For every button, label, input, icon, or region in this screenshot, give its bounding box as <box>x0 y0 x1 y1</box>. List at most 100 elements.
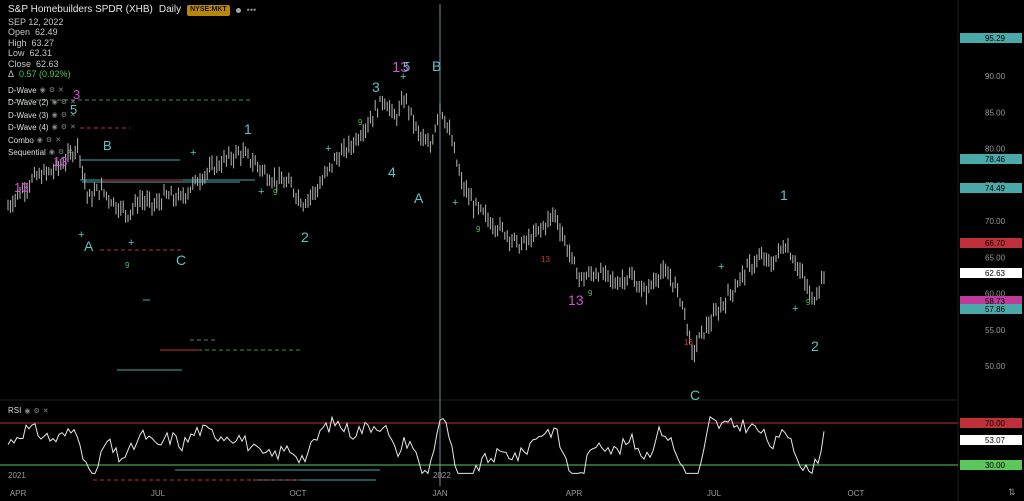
price-tag: 95.29 <box>985 34 1006 43</box>
symbol-title[interactable]: S&P Homebuilders SPDR (XHB) <box>8 4 153 16</box>
ohlc-low-label: Low <box>8 48 25 58</box>
wave-label: A <box>84 238 94 254</box>
plus-marker: + <box>325 143 331 155</box>
settings-icon[interactable]: ⚙ <box>61 111 67 122</box>
plus-marker: + <box>400 71 406 83</box>
ohlc-high-label: High <box>8 37 27 48</box>
wave-label: 2 <box>301 229 309 245</box>
change-row: Δ 0.57 (0.92%) <box>8 69 256 80</box>
price-axis-label: 65.00 <box>985 253 1006 262</box>
wave-label: 13 <box>14 180 28 195</box>
close-icon[interactable]: ✕ <box>70 98 76 109</box>
rsi-tag: 70.00 <box>985 419 1006 428</box>
price-tag: 74.49 <box>985 184 1006 193</box>
ohlc-close-value: 62.63 <box>36 58 59 69</box>
rsi-legend: RSI ◉ ⚙ ✕ <box>8 406 49 415</box>
plus-marker: + <box>452 197 458 209</box>
indicator-sequential[interactable]: Sequential ◉ ⚙ ✕ <box>8 148 256 159</box>
eye-icon[interactable]: ◉ <box>37 136 43 147</box>
indicator-label: Sequential <box>8 148 46 157</box>
plus-marker: + <box>718 261 724 273</box>
ohlc-low-value: 62.31 <box>29 48 53 58</box>
interval-label[interactable]: Daily <box>159 4 181 16</box>
eye-icon[interactable]: ◉ <box>52 123 58 134</box>
indicator-label: Combo <box>8 135 34 145</box>
countdown-13: 13 <box>684 338 693 347</box>
close-icon[interactable]: ✕ <box>70 123 76 134</box>
price-axis-label: 50.00 <box>985 362 1006 371</box>
setup-count-9: 9 <box>273 188 278 197</box>
legend-date: SEP 12, 2022 <box>8 16 64 27</box>
plus-marker: + <box>258 186 264 198</box>
wave-label: 4 <box>388 164 396 180</box>
setup-count-9: 9 <box>125 261 130 270</box>
ohlc-open-value: 62.49 <box>35 27 58 37</box>
close-icon[interactable]: ✕ <box>58 86 64 97</box>
price-axis-label: 85.00 <box>985 108 1006 117</box>
year-label: 2021 <box>8 471 26 480</box>
setup-count-9: 9 <box>588 289 593 298</box>
time-axis-label: APR <box>566 489 583 498</box>
settings-icon[interactable]: ⚙ <box>58 148 64 159</box>
eye-icon[interactable]: ◉ <box>49 148 55 159</box>
ohlc-high-value: 63.27 <box>31 37 55 48</box>
indicator-dwave-3[interactable]: D-Wave (3) ◉ ⚙ ✕ <box>8 111 256 122</box>
setup-count-9: 9 <box>476 225 481 234</box>
status-dot-icon <box>235 7 241 13</box>
indicator-label: D-Wave (4) <box>8 123 49 132</box>
price-axis-label: 55.00 <box>985 326 1006 335</box>
indicator-dwave-4[interactable]: D-Wave (4) ◉ ⚙ ✕ <box>8 123 256 134</box>
reset-scale-icon[interactable]: ⇅ <box>1008 488 1016 498</box>
indicator-label: D-Wave (3) <box>8 110 49 120</box>
price-axis-label: 70.00 <box>985 217 1006 226</box>
eye-icon[interactable]: ◉ <box>52 111 58 122</box>
indicator-dwave[interactable]: D-Wave ◉ ⚙ ✕ <box>8 86 256 97</box>
indicator-dwave-2[interactable]: D-Wave (2) ◉ ⚙ ✕ <box>8 98 256 109</box>
indicator-combo[interactable]: Combo ◉ ⚙ ✕ <box>8 136 256 147</box>
settings-icon[interactable]: ⚙ <box>61 98 67 109</box>
plus-marker: + <box>78 229 84 241</box>
chart-legend: S&P Homebuilders SPDR (XHB) Daily NYSE:M… <box>8 4 256 159</box>
eye-icon[interactable]: ◉ <box>52 98 58 109</box>
price-tag: 78.46 <box>985 155 1006 164</box>
ohlc-open-label: Open <box>8 27 31 37</box>
close-icon[interactable]: ✕ <box>70 111 76 122</box>
wave-label: 2 <box>811 338 819 354</box>
wave-label: C <box>690 387 700 403</box>
eye-icon[interactable]: ◉ <box>24 407 30 415</box>
countdown-13: 13 <box>541 255 550 264</box>
time-axis-label: OCT <box>290 489 307 498</box>
time-axis-label: JUL <box>707 489 722 498</box>
eye-icon[interactable]: ◉ <box>40 86 46 97</box>
price-axis-label: 90.00 <box>985 72 1006 81</box>
settings-icon[interactable]: ⚙ <box>33 407 39 415</box>
close-icon[interactable]: ✕ <box>43 407 49 415</box>
time-axis-label: JAN <box>432 489 447 498</box>
exchange-badge: NYSE:MKT <box>187 5 230 16</box>
setup-count-9: 9 <box>806 298 811 307</box>
settings-icon[interactable]: ⚙ <box>46 136 52 147</box>
close-icon[interactable]: ✕ <box>67 148 73 159</box>
settings-icon[interactable]: ⚙ <box>61 123 67 134</box>
settings-icon[interactable]: ⚙ <box>49 86 55 97</box>
price-axis-label: 80.00 <box>985 145 1006 154</box>
price-tag: 57.86 <box>985 305 1006 314</box>
wave-label: 1 <box>780 187 788 203</box>
ohlc-close-label: Close <box>8 58 32 69</box>
close-icon[interactable]: ✕ <box>55 136 61 147</box>
indicator-label: D-Wave <box>8 85 37 95</box>
more-options-icon[interactable]: ••• <box>247 5 256 16</box>
ohlc-close: Close 62.63 <box>8 59 256 70</box>
rsi-tag: 53.07 <box>985 436 1006 445</box>
time-axis-label: OCT <box>848 489 865 498</box>
price-tag: 62.63 <box>985 269 1006 278</box>
rsi-tag: 30.00 <box>985 461 1006 470</box>
legend-title-row: S&P Homebuilders SPDR (XHB) Daily NYSE:M… <box>8 4 256 16</box>
ohlc-high: High 63.27 <box>8 38 256 49</box>
ohlc-low: Low 62.31 <box>8 48 256 59</box>
time-axis-label: JUL <box>151 489 166 498</box>
wave-label: C <box>176 252 186 268</box>
change-symbol: Δ <box>8 69 15 79</box>
change-value: 0.57 (0.92%) <box>19 69 71 79</box>
ohlc-open: Open 62.49 <box>8 27 256 38</box>
